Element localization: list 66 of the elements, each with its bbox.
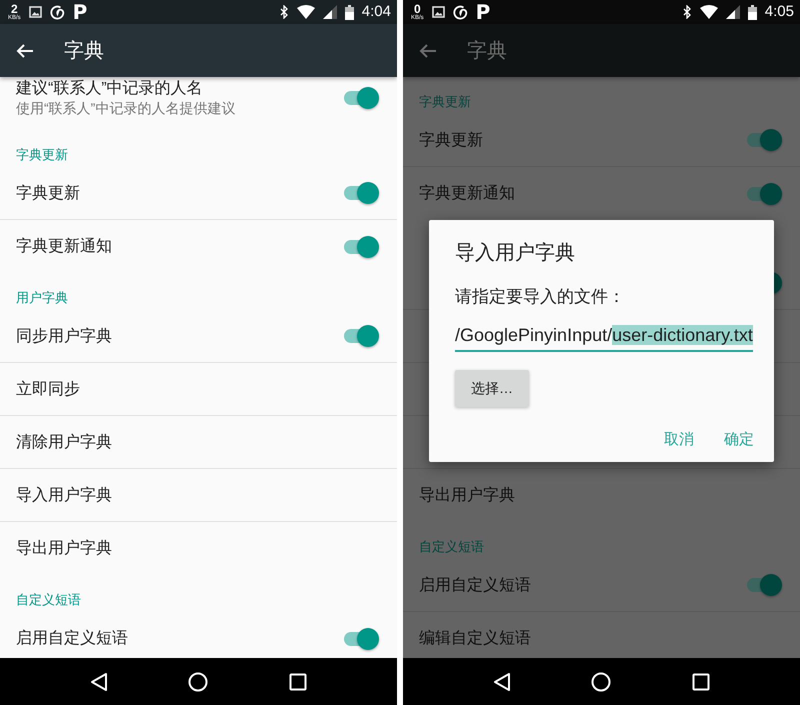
settings-row[interactable]: 立即同步 bbox=[0, 363, 397, 416]
swirl-icon bbox=[50, 4, 65, 20]
setting-title: 字典更新 bbox=[419, 130, 483, 150]
toggle-switch[interactable] bbox=[343, 325, 379, 347]
screen-title: 字典 bbox=[467, 38, 507, 64]
setting-title: 立即同步 bbox=[16, 380, 80, 400]
toggle-switch[interactable] bbox=[746, 574, 782, 596]
app-letter: P bbox=[72, 2, 88, 22]
toggle-switch[interactable] bbox=[343, 236, 379, 258]
setting-title: 字典更新 bbox=[16, 184, 80, 204]
setting-summary: 使用“联系人”中记录的人名提供建议 bbox=[16, 99, 236, 118]
section-header: 用户字典 bbox=[15, 288, 69, 306]
setting-title: 导入用户字典 bbox=[16, 486, 112, 506]
recents-icon[interactable] bbox=[288, 672, 307, 690]
selected-text: user-dictionary.txt bbox=[612, 324, 753, 344]
section-header: 字典更新 bbox=[418, 92, 472, 110]
signal-icon bbox=[322, 5, 337, 19]
wifi-icon bbox=[296, 5, 315, 19]
image-icon bbox=[28, 6, 42, 18]
swirl-icon bbox=[452, 4, 468, 20]
setting-title: 导出用户字典 bbox=[419, 486, 515, 506]
section-header: 自定义短语 bbox=[418, 538, 485, 556]
dialog-message: 请指定要导入的文件： bbox=[455, 286, 626, 308]
settings-row[interactable]: 字典更新 bbox=[0, 167, 397, 220]
dialog-title: 导入用户字典 bbox=[455, 241, 576, 266]
settings-row[interactable]: 字典更新通知 bbox=[0, 220, 397, 273]
network-speed: 0 bbox=[414, 3, 421, 15]
section-header: 字典更新 bbox=[15, 146, 69, 164]
settings-row[interactable]: 导入用户字典 bbox=[0, 469, 397, 522]
toggle-switch[interactable] bbox=[746, 129, 782, 151]
clock-time: 4:05 bbox=[764, 2, 794, 22]
input-field[interactable]: /GooglePinyinInput/user-dictionary.txt bbox=[455, 322, 753, 352]
bluetooth-icon bbox=[278, 5, 289, 19]
settings-row[interactable]: 启用自定义短语 bbox=[0, 612, 397, 658]
section-header: 自定义短语 bbox=[15, 590, 82, 608]
setting-title: 清除用户字典 bbox=[16, 432, 112, 452]
toggle-switch[interactable] bbox=[343, 87, 379, 109]
settings-row[interactable]: 导出用户字典 bbox=[0, 522, 397, 575]
settings-row[interactable]: 建议“联系人”中记录的人名 使用“联系人”中记录的人名提供建议 bbox=[0, 77, 397, 130]
bluetooth-icon bbox=[682, 5, 692, 19]
toggle-switch[interactable] bbox=[746, 182, 782, 204]
home-icon[interactable] bbox=[188, 672, 208, 692]
recents-icon[interactable] bbox=[692, 672, 710, 690]
settings-row[interactable]: 清除用户字典 bbox=[0, 416, 397, 469]
toggle-switch[interactable] bbox=[343, 628, 379, 650]
network-speed: 2 bbox=[10, 3, 18, 15]
setting-title: 启用自定义短语 bbox=[419, 576, 531, 596]
toggle-switch[interactable] bbox=[343, 182, 379, 204]
setting-title: 同步用户字典 bbox=[16, 326, 112, 346]
app-letter: P bbox=[476, 2, 490, 22]
home-icon[interactable] bbox=[591, 672, 612, 692]
setting-title: 字典更新通知 bbox=[16, 236, 112, 257]
setting-title: 字典更新通知 bbox=[419, 184, 515, 204]
screen-title: 字典 bbox=[64, 38, 104, 64]
choose-button[interactable]: 选择… bbox=[455, 370, 529, 406]
setting-title: 编辑自定义短语 bbox=[419, 628, 531, 649]
setting-title: 启用自定义短语 bbox=[16, 628, 128, 649]
clock-time: 4:04 bbox=[362, 2, 391, 22]
wifi-icon bbox=[700, 5, 718, 19]
signal-icon bbox=[726, 5, 740, 19]
battery-icon bbox=[344, 4, 354, 20]
settings-row[interactable]: 同步用户字典 bbox=[0, 310, 397, 363]
setting-title: 导出用户字典 bbox=[16, 538, 112, 559]
image-icon bbox=[432, 6, 445, 18]
setting-title: 建议“联系人”中记录的人名 bbox=[16, 78, 204, 99]
battery-icon bbox=[748, 4, 757, 20]
